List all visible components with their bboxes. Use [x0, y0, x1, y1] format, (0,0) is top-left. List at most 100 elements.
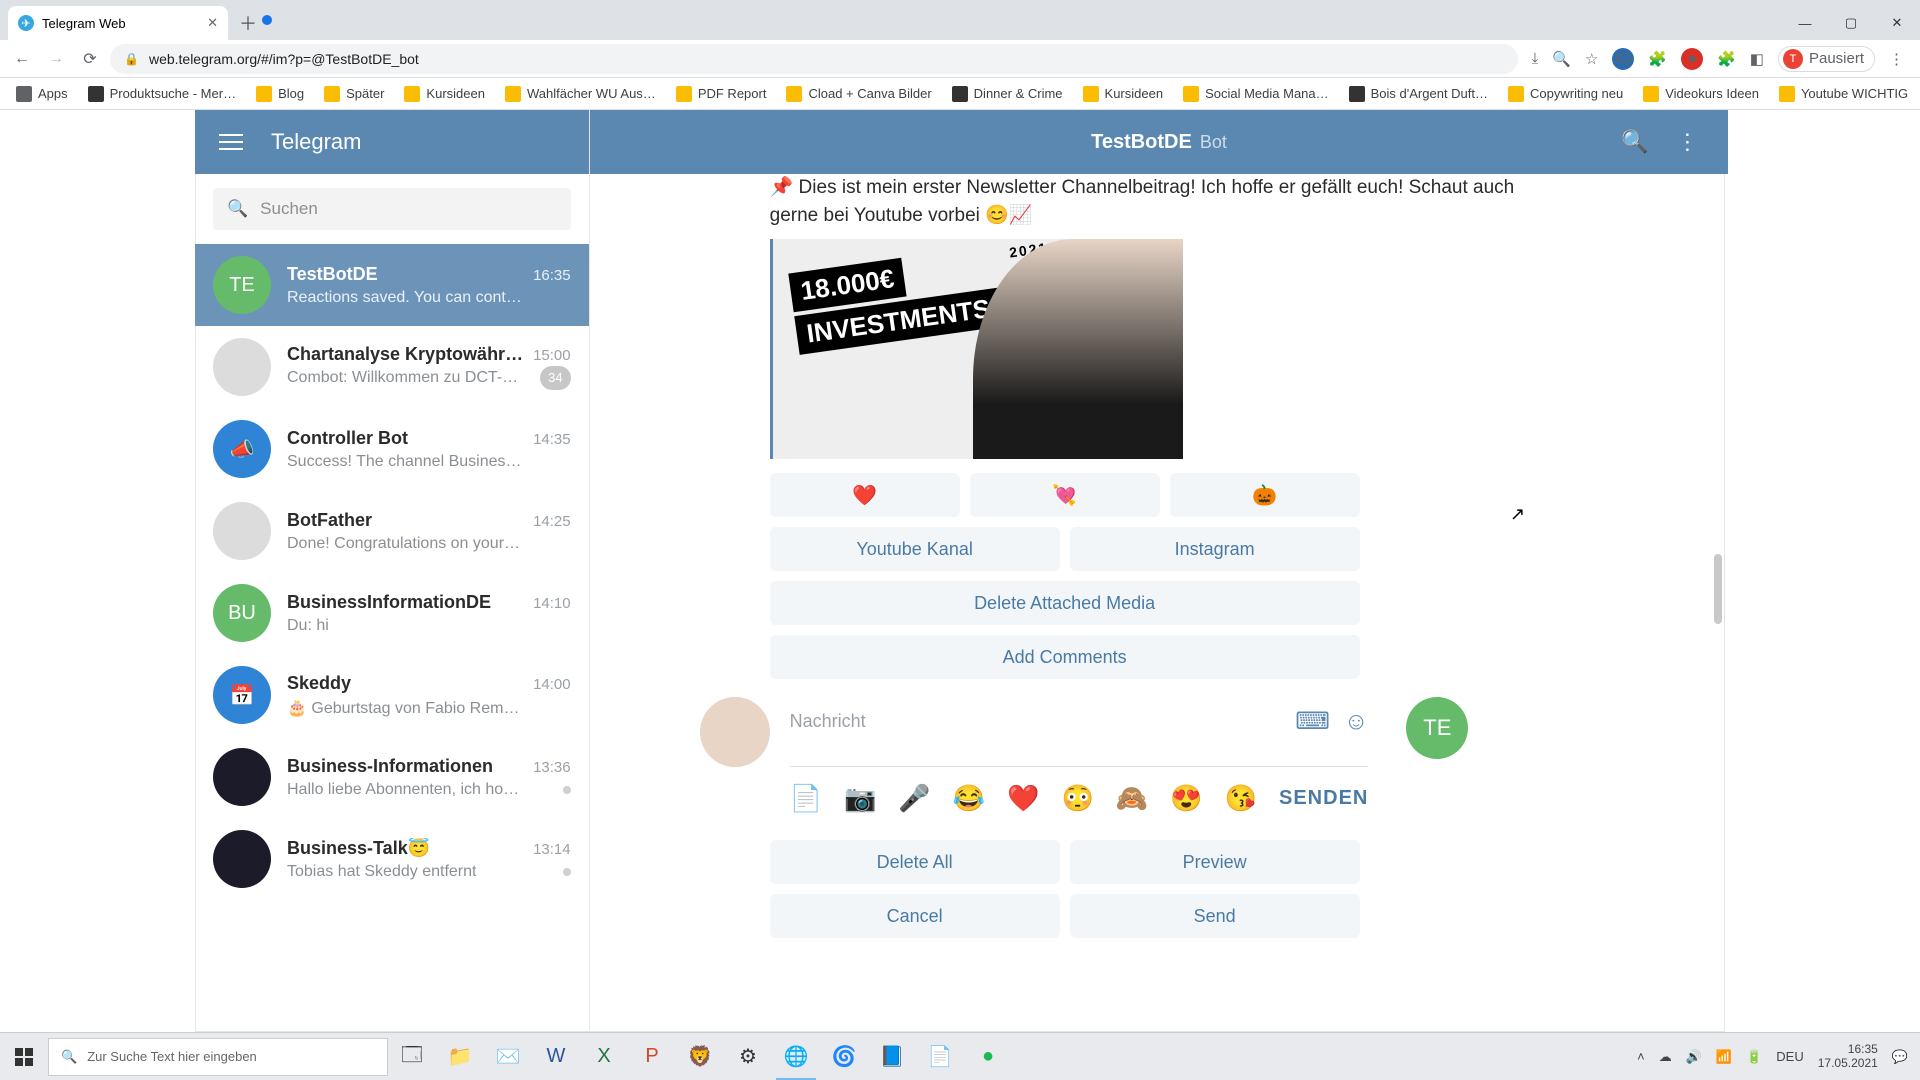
file-explorer-icon[interactable]: 📁	[436, 1033, 484, 1080]
network-icon[interactable]: 📶	[1716, 1049, 1732, 1065]
delete-all-button[interactable]: Delete All	[770, 840, 1060, 884]
chat-list-item[interactable]: TETestBotDE16:35Reactions saved. You can…	[195, 244, 589, 326]
adblock-icon[interactable]: ●	[1681, 48, 1703, 70]
conversation-header[interactable]: TestBotDE Bot 🔍 ⋮	[590, 110, 1729, 174]
microphone-icon[interactable]: 🎤	[898, 783, 930, 814]
bookmark-item[interactable]: Kursideen	[396, 81, 493, 107]
link-button-instagram[interactable]: Instagram	[1070, 527, 1360, 571]
quick-emoji[interactable]: ❤️	[1007, 783, 1039, 814]
maximize-button[interactable]: ▢	[1828, 6, 1874, 40]
extension-1-icon[interactable]: IQ	[1612, 48, 1634, 70]
bot-avatar-icon[interactable]: TE	[1406, 697, 1468, 759]
camera-icon[interactable]: 📷	[844, 783, 876, 814]
chat-list-item[interactable]: BUBusinessInformationDE14:10Du: hi	[195, 572, 589, 654]
profile-paused-pill[interactable]: T Pausiert	[1778, 46, 1875, 72]
brave-icon[interactable]: 🦁	[676, 1033, 724, 1080]
chat-list-item[interactable]: Business-Informationen13:36Hallo liebe A…	[195, 736, 589, 818]
apps-shortcut[interactable]: Apps	[8, 81, 76, 107]
tray-chevron-icon[interactable]: ˄	[1637, 1049, 1645, 1064]
bookmark-item[interactable]: Blog	[248, 81, 312, 107]
chat-list-item[interactable]: Chartanalyse Kryptowähr…15:00Combot: Wil…	[195, 326, 589, 408]
mail-icon[interactable]: ✉️	[484, 1033, 532, 1080]
taskbar-clock[interactable]: 16:35 17.05.2021	[1818, 1043, 1878, 1071]
cancel-button[interactable]: Cancel	[770, 894, 1060, 938]
conversation-scroll[interactable]: 📌 Dies ist mein erster Newsletter Channe…	[590, 174, 1729, 1032]
browser-tab[interactable]: ✈ Telegram Web ✕	[8, 6, 228, 40]
chat-list-item[interactable]: Business-Talk😇13:14Tobias hat Skeddy ent…	[195, 818, 589, 900]
reaction-button[interactable]: ❤️	[770, 473, 960, 517]
back-button[interactable]: ←	[8, 45, 36, 73]
keyboard-icon[interactable]: ⌨	[1295, 707, 1330, 736]
close-tab-icon[interactable]: ✕	[207, 15, 218, 31]
minimize-button[interactable]: —	[1782, 6, 1828, 40]
search-input[interactable]: 🔍 Suchen	[213, 188, 571, 230]
excel-icon[interactable]: X	[580, 1033, 628, 1080]
bookmark-item[interactable]: Bois d'Argent Duft…	[1341, 81, 1496, 107]
chat-list-item[interactable]: BotFather14:25Done! Congratulations on y…	[195, 490, 589, 572]
extension-3-icon[interactable]: ◧	[1750, 50, 1764, 68]
chat-list[interactable]: TETestBotDE16:35Reactions saved. You can…	[195, 244, 589, 1032]
bookmark-item[interactable]: Cload + Canva Bilder	[778, 81, 939, 107]
chat-search-icon[interactable]: 🔍	[1621, 129, 1648, 155]
notifications-icon[interactable]: 💬	[1892, 1049, 1908, 1065]
quick-emoji[interactable]: 😘	[1225, 783, 1257, 814]
message-attachment[interactable]: 18.000€ 2021 INVESTMENTS	[770, 239, 1539, 459]
word-icon[interactable]: W	[532, 1033, 580, 1080]
close-window-button[interactable]: ✕	[1874, 6, 1920, 40]
video-thumbnail[interactable]: 18.000€ 2021 INVESTMENTS	[773, 239, 1183, 459]
start-button[interactable]	[0, 1033, 48, 1080]
task-view-icon[interactable]: 🗔	[388, 1033, 436, 1080]
spotify-icon[interactable]: ●	[964, 1033, 1012, 1080]
bookmark-item[interactable]: Copywriting neu	[1500, 81, 1631, 107]
new-tab-button[interactable]: ＋	[234, 9, 262, 37]
message-input[interactable]: Nachricht ⌨ ☺	[790, 697, 1369, 767]
notepad-icon[interactable]: 📄	[916, 1033, 964, 1080]
language-indicator[interactable]: DEU	[1776, 1049, 1803, 1064]
quick-emoji[interactable]: 🙈	[1116, 783, 1148, 814]
onedrive-icon[interactable]: ☁	[1659, 1049, 1672, 1065]
obs-icon[interactable]: ⚙	[724, 1033, 772, 1080]
attach-file-icon[interactable]: 📄	[790, 783, 822, 814]
quick-emoji[interactable]: 😍	[1170, 783, 1202, 814]
bookmark-item[interactable]: Später	[316, 81, 392, 107]
edge-icon[interactable]: 🌀	[820, 1033, 868, 1080]
bookmark-item[interactable]: Kursideen	[1075, 81, 1172, 107]
bookmark-item[interactable]: Produktsuche - Mer…	[80, 81, 244, 107]
scrollbar-thumb[interactable]	[1714, 554, 1722, 624]
app-icon[interactable]: 📘	[868, 1033, 916, 1080]
chat-list-item[interactable]: 📅Skeddy14:00🎂 Geburtstag von Fabio Rem…	[195, 654, 589, 736]
install-app-icon[interactable]: ⤓	[1532, 50, 1539, 67]
emoji-picker-icon[interactable]: ☺	[1344, 708, 1369, 736]
reload-button[interactable]: ⟳	[76, 45, 104, 73]
volume-icon[interactable]: 🔊	[1686, 1049, 1702, 1065]
chat-more-icon[interactable]: ⋮	[1676, 129, 1698, 155]
send-button[interactable]: SENDEN	[1279, 787, 1368, 810]
extensions-menu-icon[interactable]: 🧩	[1717, 50, 1736, 68]
bookmark-item[interactable]: Youtube WICHTIG	[1771, 81, 1916, 107]
quick-emoji[interactable]: 😳	[1062, 783, 1094, 814]
user-avatar-icon[interactable]	[700, 697, 770, 767]
bookmark-star-icon[interactable]: ☆	[1585, 50, 1598, 68]
bookmark-item[interactable]: Dinner & Crime	[944, 81, 1071, 107]
reaction-button[interactable]: 💘	[970, 473, 1160, 517]
extension-2-icon[interactable]: 🧩	[1648, 50, 1667, 68]
forward-button[interactable]: →	[42, 45, 70, 73]
zoom-icon[interactable]: 🔍	[1552, 50, 1571, 68]
chat-list-item[interactable]: 📣Controller Bot14:35Success! The channel…	[195, 408, 589, 490]
preview-button[interactable]: Preview	[1070, 840, 1360, 884]
profile-indicator-icon[interactable]	[262, 15, 272, 25]
chrome-icon[interactable]: 🌐	[772, 1033, 820, 1080]
bookmark-item[interactable]: Videokurs Ideen	[1635, 81, 1767, 107]
taskbar-search-input[interactable]: 🔍 Zur Suche Text hier eingeben	[48, 1038, 388, 1076]
reaction-button[interactable]: 🎃	[1170, 473, 1360, 517]
quick-emoji[interactable]: 😂	[953, 783, 985, 814]
address-bar[interactable]: 🔒 web.telegram.org/#/im?p=@TestBotDE_bot	[110, 44, 1518, 74]
send-post-button[interactable]: Send	[1070, 894, 1360, 938]
add-comments-button[interactable]: Add Comments	[770, 635, 1360, 679]
hamburger-menu-icon[interactable]	[219, 134, 243, 150]
bookmark-item[interactable]: PDF Report	[668, 81, 775, 107]
battery-icon[interactable]: 🔋	[1746, 1049, 1762, 1065]
bookmark-item[interactable]: Wahlfächer WU Aus…	[497, 81, 664, 107]
delete-media-button[interactable]: Delete Attached Media	[770, 581, 1360, 625]
chrome-menu-icon[interactable]: ⋮	[1889, 50, 1904, 68]
